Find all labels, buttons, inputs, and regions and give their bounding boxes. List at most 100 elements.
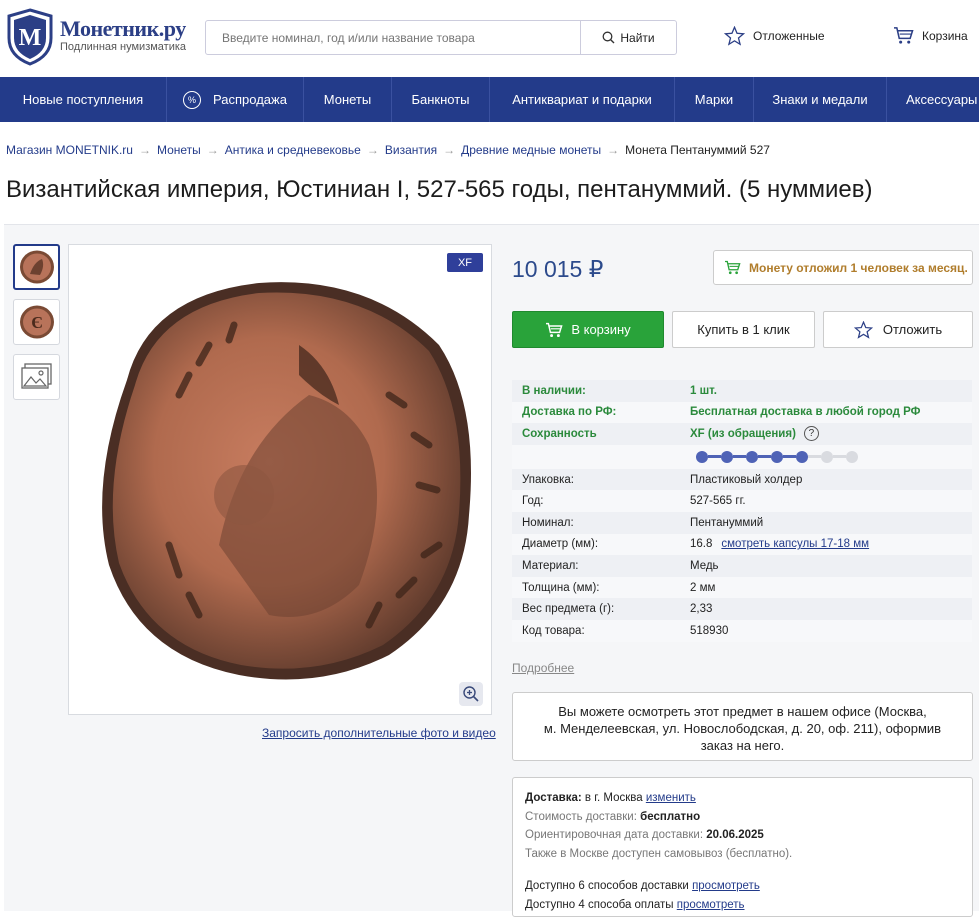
breadcrumb-link[interactable]: Древние медные монеты [461, 143, 601, 157]
capsules-link[interactable]: смотреть капсулы 17-18 мм [721, 538, 869, 550]
coin-reverse-thumb-icon: Є [19, 305, 54, 339]
logo-title: Монетник.ру [60, 16, 186, 41]
breadcrumb-current: Монета Пентануммий 527 [625, 143, 770, 157]
spec-value: 2 мм [690, 581, 716, 594]
grade-connector [758, 455, 771, 459]
coin-image [102, 282, 471, 680]
arrow-icon: → [443, 143, 456, 157]
spec-row: Диаметр (мм): 16.8 смотреть капсулы 17-18 … [512, 533, 972, 556]
delivery-city-row: Доставка: в г. Москва изменить [525, 789, 960, 808]
spec-value: Пентануммий [690, 516, 764, 529]
delivery-methods-link[interactable]: просмотреть [692, 880, 760, 892]
thumbnail-obverse[interactable] [13, 244, 60, 290]
spec-key: Материал: [522, 559, 579, 572]
product-price: 10 015 ₽ [512, 256, 604, 282]
breadcrumb-link[interactable]: Магазин MONETNIK.ru [6, 143, 133, 157]
page-title: Византийская империя, Юстиниан I, 527-56… [6, 176, 873, 203]
help-icon[interactable]: ? [803, 426, 819, 442]
grade-connector [833, 455, 846, 459]
reserved-note-text: Монету отложил 1 человек за месяц. [749, 260, 968, 275]
payment-methods-link[interactable]: просмотреть [677, 899, 745, 911]
delivery-date-row: Ориентировочная дата доставки: 20.06.202… [525, 826, 960, 845]
spec-value: Пластиковый холдер [690, 473, 803, 486]
nav-item-label: Аксессуары [906, 92, 978, 107]
delivery-info: Доставка: в г. Москва изменить Стоимость… [512, 777, 973, 917]
spec-value: 2,33 [690, 603, 713, 616]
nav-item-coins[interactable]: Монеты [304, 77, 392, 122]
delivery-methods-row: Доступно 6 способов доставки просмотреть [525, 877, 960, 896]
grade-connector [783, 455, 796, 459]
request-media-link[interactable]: Запросить дополнительные фото и видео [262, 726, 496, 740]
add-to-cart-button[interactable]: В корзину [512, 311, 664, 348]
breadcrumb-link[interactable]: Монеты [157, 143, 201, 157]
delivery-cost-value: бесплатно [640, 810, 701, 823]
logo[interactable]: М Монетник.ру Подлинная нумизматика [6, 8, 206, 68]
spec-row: Номинал: Пентануммий [512, 511, 972, 534]
search-button[interactable]: Найти [580, 21, 676, 54]
thumbnail-reverse[interactable]: Є [13, 299, 60, 345]
spec-key: Диаметр (мм): [522, 538, 599, 551]
main-nav: Новые поступления % Распродажа Монеты Бан… [0, 77, 979, 122]
breadcrumb: Магазин MONETNIK.ru → Монеты → Антика и ср… [6, 143, 770, 157]
wishlist-label: Отложенные [753, 29, 825, 43]
grade-dot [796, 450, 808, 463]
payment-methods-text: Доступно 4 способа оплаты [525, 898, 674, 911]
spec-key: Вес предмета (г): [522, 603, 615, 616]
grade-connector [808, 455, 821, 459]
delivery-city: в г. Москва [584, 792, 643, 804]
grade-connector [708, 455, 721, 459]
zoom-button[interactable] [459, 682, 483, 706]
coin-obverse-thumb-icon [19, 250, 54, 284]
office-line: м. Менделеевская, ул. Новослободская, д.… [543, 721, 942, 736]
wishlist-link[interactable]: Отложенные [724, 26, 825, 46]
grade-dot [821, 450, 833, 463]
nav-item-accessories[interactable]: Аксессуары [887, 77, 979, 122]
thumbnail-gallery[interactable] [13, 354, 60, 400]
search-bar: Найти [205, 20, 677, 55]
office-line: Вы можете осмотреть этот предмет в нашем… [558, 704, 927, 719]
grade-dots [696, 450, 858, 463]
spec-value: 16.8 [690, 538, 713, 551]
cart-label: Корзина [922, 28, 968, 43]
nav-item-stamps[interactable]: Марки [675, 77, 754, 122]
grade-dot [771, 450, 783, 463]
nav-item-banknotes[interactable]: Банкноты [392, 77, 490, 122]
percent-icon: % [183, 90, 202, 109]
spec-key: В наличии: [522, 384, 586, 397]
change-city-link[interactable]: изменить [646, 792, 696, 804]
nav-item-label: Марки [694, 92, 734, 107]
spec-row: Упаковка: Пластиковый холдер [512, 468, 972, 491]
delivery-date-value: 20.06.2025 [706, 829, 764, 841]
spec-row: Вес предмета (г): 2,33 [512, 598, 972, 620]
office-notice: Вы можете осмотреть этот предмет в нашем… [512, 692, 973, 761]
spec-key: Номинал: [522, 516, 574, 529]
payment-methods-row: Доступно 4 способа оплаты просмотреть [525, 896, 960, 915]
zoom-in-icon [463, 686, 479, 702]
nav-item-sale[interactable]: % Распродажа [167, 77, 304, 122]
delivery-cost-label: Стоимость доставки: [525, 810, 637, 823]
reserved-note: Монету отложил 1 человек за месяц. [713, 250, 973, 285]
cart-link[interactable]: Корзина [893, 26, 968, 45]
nav-item-label: Банкноты [411, 92, 470, 107]
nav-item-new[interactable]: Новые поступления [0, 77, 167, 122]
nav-item-antiques[interactable]: Антиквариат и подарки [490, 77, 675, 122]
spec-value: XF (из обращения) [690, 427, 796, 440]
grade-dot [721, 450, 733, 463]
breadcrumb-link[interactable]: Византия [385, 143, 437, 157]
office-line: заказ на него. [700, 738, 785, 753]
search-icon [602, 31, 615, 44]
more-details-link[interactable]: Подробнее [512, 661, 574, 675]
defer-button[interactable]: Отложить [823, 311, 973, 348]
spec-key: Год: [522, 495, 544, 508]
buy-one-click-button[interactable]: Купить в 1 клик [672, 311, 815, 348]
search-input[interactable] [206, 21, 580, 54]
spec-value: 518930 [690, 624, 729, 637]
product-image-frame[interactable] [68, 244, 492, 715]
spec-value: 527-565 гг. [690, 495, 746, 508]
nav-item-medals[interactable]: Знаки и медали [754, 77, 887, 122]
defer-label: Отложить [882, 322, 943, 337]
breadcrumb-link[interactable]: Антика и средневековье [225, 143, 361, 157]
delivery-cost-row: Стоимость доставки: бесплатно [525, 808, 960, 827]
spec-key: Толщина (мм): [522, 581, 600, 594]
spec-key: Доставка по РФ: [522, 406, 617, 419]
